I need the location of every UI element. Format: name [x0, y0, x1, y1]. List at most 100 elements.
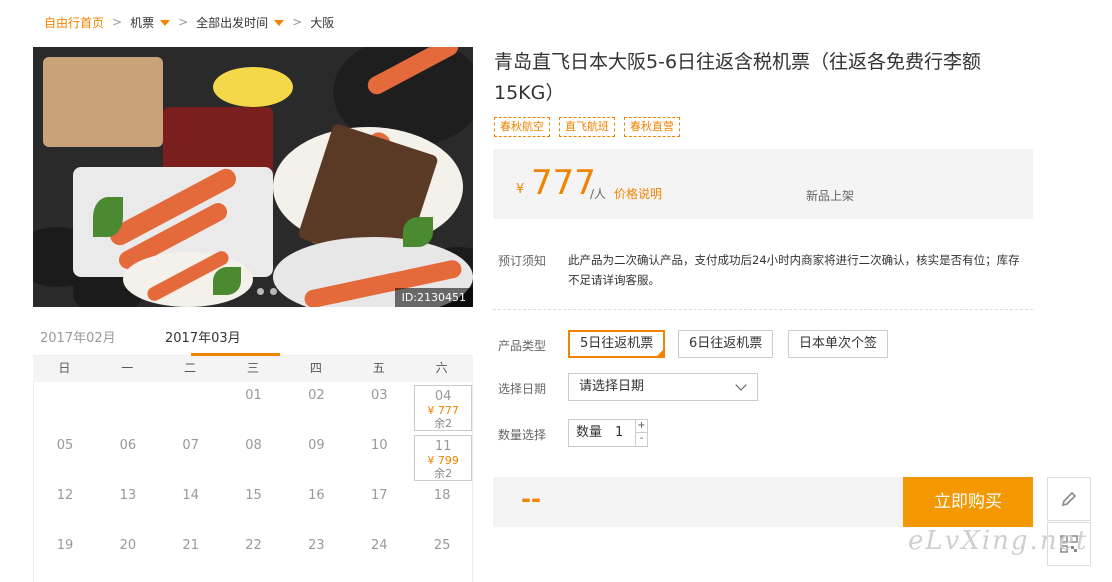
weekday-label: 五 [372, 361, 385, 375]
calendar-day-cell: 14 [160, 489, 222, 503]
product-type-option-5day[interactable]: 5日往返机票 [568, 330, 666, 358]
booking-notice-label: 预订须知 [498, 254, 547, 268]
breadcrumb-time-label: 全部出发时间 [196, 15, 269, 30]
day-number: 16 [308, 488, 325, 503]
day-number: 05 [56, 438, 74, 453]
total-price: -- [521, 485, 541, 513]
calendar-day-cell: 23 [285, 539, 347, 553]
weekday-label: 四 [309, 361, 322, 375]
calendar-day-cell: 25 [411, 539, 473, 553]
image-id-label: ID:2130451 [394, 288, 473, 307]
day-number: 21 [182, 538, 199, 553]
date-select[interactable]: 请选择日期 [568, 373, 758, 401]
selected-check-icon [655, 348, 666, 358]
day-price: ¥ 777 [427, 404, 459, 417]
calendar-day-cell: 07 [160, 439, 222, 453]
product-tag: 春秋直营 [624, 117, 680, 137]
calendar-day-cell: 05 [34, 439, 96, 453]
day-stock-left: 余2 [434, 417, 453, 430]
calendar-day-cell: 19 [34, 539, 96, 553]
month-tab-feb[interactable]: 2017年02月 [40, 327, 116, 346]
breadcrumb: 自由行首页 > 机票 > 全部出发时间 > 大阪 [44, 13, 334, 31]
booking-notice-text: 此产品为二次确认产品，支付成功后24小时内商家将进行二次确认，核实是否有位；库存… [568, 253, 1020, 287]
leaf-shape [93, 197, 123, 237]
weekday-label: 三 [247, 361, 260, 375]
day-number: 01 [245, 388, 262, 403]
price-explain-link[interactable]: 价格说明 [614, 185, 662, 202]
breadcrumb-category-dropdown[interactable]: 机票 [130, 14, 171, 31]
weekday-label: 六 [435, 361, 448, 375]
carousel-dot[interactable] [270, 288, 277, 295]
day-number: 10 [371, 438, 388, 453]
calendar-day-cell: 17 [348, 489, 410, 503]
carousel-dot[interactable] [257, 288, 264, 295]
calendar-day-cell[interactable]: 04 ¥ 777 余2 [414, 385, 473, 431]
calendar-month-tabs: 2017年02月 2017年03月 [33, 320, 473, 356]
bowl-shape [43, 57, 163, 147]
day-number: 09 [308, 438, 325, 453]
leaf-shape [403, 217, 433, 247]
option-label: 5日往返机票 [580, 336, 654, 351]
quantity-decrease-button[interactable]: - [635, 433, 647, 446]
buy-bar: -- 立即购买 [493, 477, 1033, 527]
calendar-day-cell: 08 [223, 439, 285, 453]
breadcrumb-time-dropdown[interactable]: 全部出发时间 [196, 14, 285, 31]
day-number: 18 [433, 488, 451, 503]
day-number: 07 [182, 438, 199, 453]
day-number: 15 [245, 488, 262, 503]
price-amount: 777 [531, 163, 596, 203]
quantity-prefix: 数量 [576, 425, 603, 440]
pencil-icon [1061, 491, 1077, 507]
quantity-value[interactable]: 1 [615, 420, 623, 446]
date-label: 选择日期 [498, 382, 547, 396]
weekday-label: 日 [58, 361, 71, 375]
day-number: 19 [56, 538, 74, 553]
quantity-label: 数量选择 [498, 428, 547, 442]
calendar-day-cell: 15 [223, 489, 285, 503]
breadcrumb-category-label: 机票 [130, 15, 155, 30]
day-number: 06 [119, 438, 137, 453]
calendar-day-cell: 21 [160, 539, 222, 553]
calendar-day-cell[interactable]: 11 ¥ 799 余2 [414, 435, 473, 481]
weekday-label: 一 [121, 361, 134, 375]
option-label: 日本单次个签 [799, 336, 878, 351]
chevron-down-icon [735, 379, 747, 391]
product-type-option-visa[interactable]: 日本单次个签 [788, 330, 889, 358]
calendar-day-cell: 10 [348, 439, 410, 453]
breadcrumb-separator: > [112, 15, 123, 29]
quantity-increase-button[interactable]: + [635, 420, 647, 433]
price-box: ¥ 777 /人 价格说明 新品上架 [493, 149, 1033, 219]
divider [493, 309, 1033, 310]
breadcrumb-home-link[interactable]: 自由行首页 [44, 14, 104, 31]
calendar-day-cell: 03 [348, 389, 410, 403]
month-tab-mar[interactable]: 2017年03月 [165, 327, 241, 346]
day-number: 24 [371, 538, 388, 553]
buy-now-button[interactable]: 立即购买 [903, 477, 1033, 527]
calendar-day-cell: 02 [285, 389, 347, 403]
day-number: 23 [308, 538, 325, 553]
breadcrumb-separator: > [178, 15, 189, 29]
quantity-stepper[interactable]: 数量 1 + - [568, 419, 648, 447]
leaf-shape [213, 267, 241, 295]
day-number: 13 [119, 488, 137, 503]
day-number: 11 [434, 439, 452, 454]
calendar-grid: 01 02 03 04 ¥ 777 余2 05 06 07 08 09 10 11 ¥ 799 余2 12 13… [33, 383, 473, 582]
option-label: 6日往返机票 [689, 336, 763, 351]
day-number: 03 [371, 388, 388, 403]
currency-symbol: ¥ [516, 182, 525, 197]
day-price: ¥ 799 [427, 454, 459, 467]
day-number: 12 [56, 488, 74, 503]
new-product-label: 新品上架 [806, 189, 855, 203]
product-type-label: 产品类型 [498, 339, 547, 353]
product-tag: 春秋航空 [494, 117, 550, 137]
calendar-day-cell: 06 [97, 439, 159, 453]
product-title: 青岛直飞日本大阪5-6日往返含税机票（往返各免费行李额15KG） [494, 51, 982, 104]
lemon-shape [213, 67, 293, 107]
edit-tool-button[interactable] [1047, 477, 1091, 521]
dropdown-triangle-icon [160, 20, 171, 26]
calendar-day-cell: 22 [223, 539, 285, 553]
calendar-day-cell: 01 [223, 389, 285, 403]
product-type-option-6day[interactable]: 6日往返机票 [678, 330, 774, 358]
calendar-day-cell: 24 [348, 539, 410, 553]
product-image[interactable]: ID:2130451 [33, 47, 473, 307]
